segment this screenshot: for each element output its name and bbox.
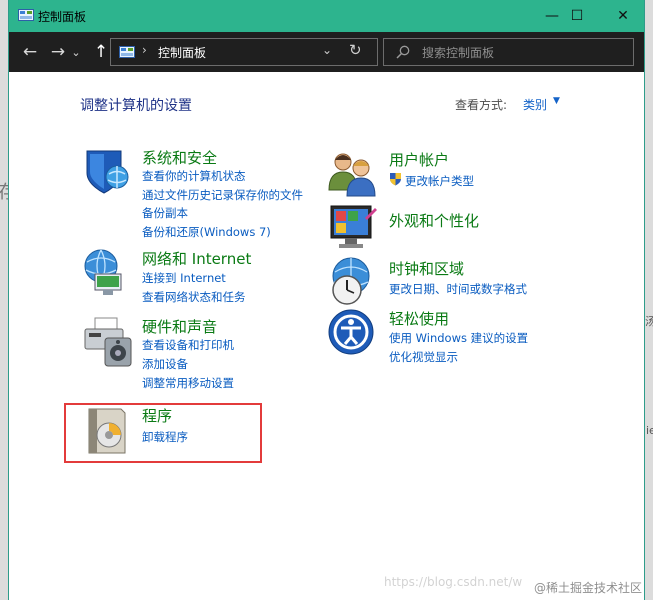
- uac-shield-icon: [390, 173, 401, 186]
- shield-globe-icon: [86, 150, 129, 194]
- category-title[interactable]: 时钟和区域: [389, 258, 464, 279]
- chevron-down-icon[interactable]: ▼: [553, 96, 560, 106]
- page-title: 调整计算机的设置: [80, 98, 192, 114]
- link-optimize-visual-display[interactable]: 优化视觉显示: [389, 349, 458, 365]
- category-title[interactable]: 硬件和声音: [142, 316, 217, 337]
- background-text-fragment: 汤: [645, 315, 653, 328]
- back-button[interactable]: ←: [19, 40, 41, 64]
- control-panel-icon: [119, 46, 135, 58]
- link-change-account-type[interactable]: 更改帐户类型: [405, 173, 474, 189]
- maximize-button[interactable]: ☐: [554, 0, 600, 32]
- category-title[interactable]: 网络和 Internet: [142, 248, 251, 269]
- window-title: 控制面板: [38, 10, 87, 24]
- highlight-box: [64, 403, 262, 463]
- category-title[interactable]: 用户帐户: [389, 149, 449, 170]
- address-dropdown-button[interactable]: ⌄: [322, 43, 332, 57]
- close-button[interactable]: ✕: [600, 0, 644, 32]
- category-title[interactable]: 轻松使用: [389, 308, 449, 329]
- search-icon: [396, 45, 410, 59]
- display-personalization-icon: [330, 205, 377, 248]
- breadcrumb-control-panel[interactable]: 控制面板: [158, 44, 206, 61]
- link-network-status[interactable]: 查看网络状态和任务: [142, 289, 246, 305]
- refresh-button[interactable]: ↻: [349, 41, 362, 59]
- link-file-history[interactable]: 通过文件历史记录保存你的文件: [142, 187, 303, 203]
- control-panel-window: 控制面板 — ☐ ✕ ← → ⌄ ↑ › 控制面板 ⌄ ↻ 搜索控制面板 调整计…: [8, 0, 645, 600]
- printer-speaker-icon: [84, 317, 132, 367]
- navigation-bar: ← → ⌄ ↑ › 控制面板 ⌄ ↻ 搜索控制面板: [9, 32, 644, 72]
- category-title[interactable]: 外观和个性化: [389, 210, 479, 231]
- link-backup-restore[interactable]: 备份和还原(Windows 7): [142, 224, 271, 240]
- content-area: 调整计算机的设置 查看方式: 类别 ▼ 系统和安全 查看你的计算机状态 通过文件…: [9, 72, 644, 600]
- background-text-fragment: ie: [646, 424, 653, 437]
- view-by-label: 查看方式:: [455, 98, 508, 112]
- users-icon: [328, 153, 376, 197]
- search-placeholder: 搜索控制面板: [422, 46, 495, 60]
- recent-locations-dropdown[interactable]: ⌄: [70, 40, 82, 64]
- link-connect-internet[interactable]: 连接到 Internet: [142, 270, 226, 286]
- network-globe-icon: [84, 249, 122, 295]
- link-devices-printers[interactable]: 查看设备和打印机: [142, 337, 234, 353]
- category-title[interactable]: 系统和安全: [142, 147, 217, 168]
- control-panel-icon: [18, 9, 34, 21]
- breadcrumb-chevron-icon: ›: [142, 43, 147, 57]
- view-by-dropdown[interactable]: 类别: [523, 96, 547, 113]
- title-bar[interactable]: 控制面板 — ☐ ✕: [9, 0, 644, 32]
- forward-button[interactable]: →: [47, 40, 69, 64]
- link-mobility-settings[interactable]: 调整常用移动设置: [142, 375, 234, 391]
- link-view-computer-status[interactable]: 查看你的计算机状态: [142, 168, 246, 184]
- link-change-date-time-format[interactable]: 更改日期、时间或数字格式: [389, 281, 527, 297]
- link-add-device[interactable]: 添加设备: [142, 356, 188, 372]
- up-button[interactable]: ↑: [90, 40, 112, 64]
- link-windows-recommended-settings[interactable]: 使用 Windows 建议的设置: [389, 330, 528, 346]
- address-bar[interactable]: › 控制面板 ⌄ ↻: [110, 38, 378, 66]
- ease-of-access-icon: [328, 309, 374, 355]
- link-backup-copy[interactable]: 备份副本: [142, 205, 188, 221]
- search-box[interactable]: 搜索控制面板: [383, 38, 634, 66]
- watermark-csdn: https://blog.csdn.net/w: [384, 575, 523, 589]
- watermark-juejin: @稀土掘金技术社区: [534, 581, 643, 595]
- clock-globe-icon: [332, 257, 370, 305]
